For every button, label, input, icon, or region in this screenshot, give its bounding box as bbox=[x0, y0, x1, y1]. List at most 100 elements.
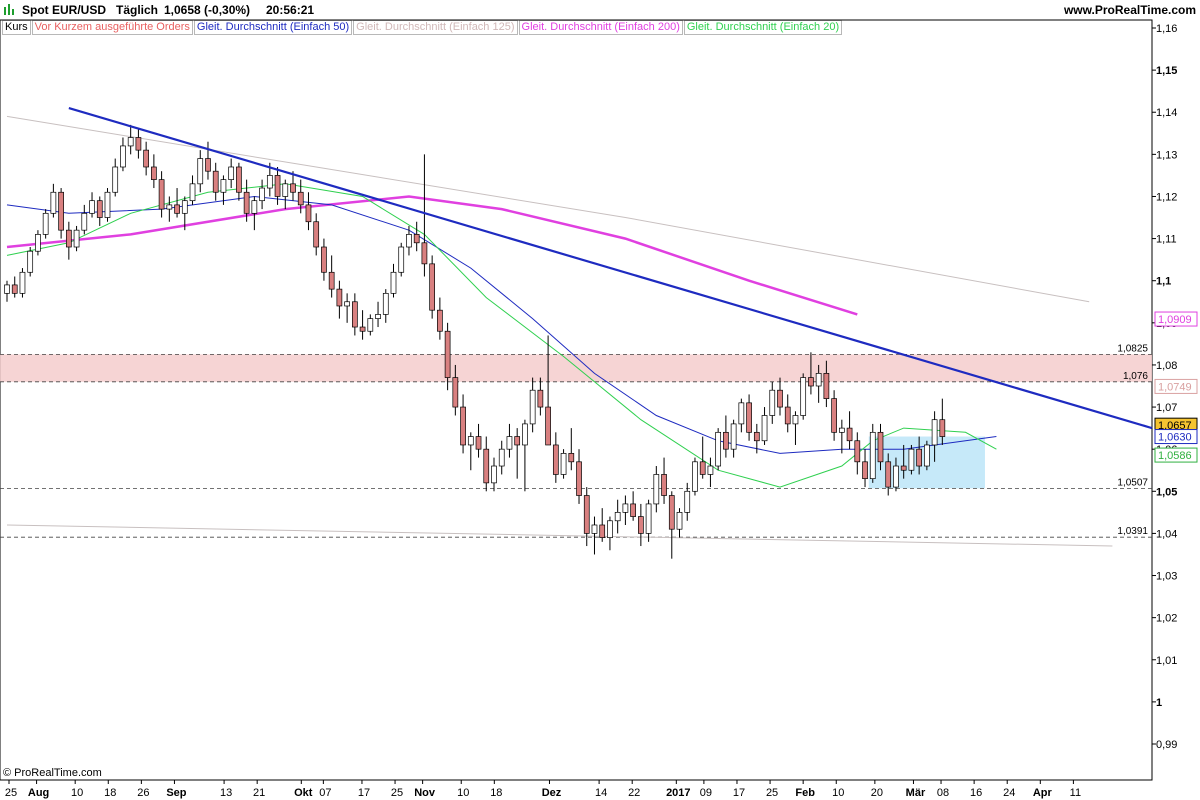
candle-body bbox=[723, 431, 729, 450]
candle-body bbox=[522, 423, 528, 446]
candle-body bbox=[305, 204, 312, 223]
candle-body bbox=[35, 234, 41, 252]
x-tick-label: Aug bbox=[28, 787, 49, 799]
x-tick-label: 13 bbox=[220, 787, 232, 799]
candle-body bbox=[676, 512, 683, 530]
candle-body bbox=[514, 436, 521, 446]
candle-body bbox=[777, 389, 783, 408]
y-tick-label: 1 bbox=[1156, 697, 1162, 709]
y-tick-label: 1,08 bbox=[1156, 360, 1177, 372]
candle-body bbox=[885, 461, 892, 488]
x-tick-label: 21 bbox=[253, 787, 265, 799]
candle-body bbox=[398, 246, 405, 273]
candle-body bbox=[406, 234, 412, 248]
candle-body bbox=[661, 474, 667, 496]
candle-body bbox=[545, 406, 551, 446]
candle-body bbox=[127, 137, 134, 147]
price-chart[interactable]: 1,08251,0761,05071,03911,161,151,141,131… bbox=[0, 0, 1200, 800]
candle-body bbox=[359, 326, 366, 332]
candle-body bbox=[715, 431, 722, 467]
price-badge-label: 1,0630 bbox=[1158, 432, 1192, 444]
x-tick-label: 26 bbox=[137, 787, 149, 799]
candle-body bbox=[96, 200, 103, 218]
candle-body bbox=[645, 503, 652, 534]
candle-body bbox=[607, 520, 613, 538]
candle-body bbox=[437, 309, 443, 332]
candle-body bbox=[638, 516, 644, 534]
x-tick-label: Dez bbox=[542, 787, 562, 799]
candle-body bbox=[552, 444, 559, 475]
candle-body bbox=[73, 229, 80, 248]
candle-body bbox=[568, 453, 575, 463]
candle-body bbox=[846, 427, 853, 442]
x-tick-label: 25 bbox=[766, 787, 778, 799]
candle-body bbox=[297, 191, 304, 206]
candle-body bbox=[815, 373, 822, 387]
candle-body bbox=[104, 191, 111, 218]
y-tick-label: 1,1 bbox=[1156, 276, 1171, 288]
candle-body bbox=[483, 448, 490, 484]
candle-body bbox=[166, 204, 173, 210]
candle-body bbox=[174, 204, 180, 214]
candle-body bbox=[328, 271, 335, 290]
candle-body bbox=[931, 419, 938, 446]
candle-body bbox=[158, 179, 165, 210]
candle-body bbox=[707, 465, 714, 475]
candle-body bbox=[313, 221, 320, 248]
x-tick-label: Sep bbox=[166, 787, 186, 799]
x-tick-label: Okt bbox=[294, 787, 313, 799]
price-badge-label: 1,0749 bbox=[1158, 381, 1192, 393]
x-tick-label: 08 bbox=[937, 787, 949, 799]
candle-body bbox=[58, 191, 64, 231]
candle-body bbox=[143, 149, 149, 168]
candle-body bbox=[89, 200, 95, 214]
candle-body bbox=[838, 427, 845, 433]
copyright-label: © ProRealTime.com bbox=[3, 767, 102, 779]
y-tick-label: 1,02 bbox=[1156, 613, 1177, 625]
candle-body bbox=[220, 179, 227, 193]
x-tick-label: Nov bbox=[414, 787, 436, 799]
x-tick-label: 10 bbox=[457, 787, 469, 799]
candle-body bbox=[792, 415, 799, 425]
candle-body bbox=[321, 246, 327, 273]
y-tick-label: 1,14 bbox=[1156, 107, 1177, 119]
x-tick-label: 24 bbox=[1003, 787, 1015, 799]
x-tick-label: 14 bbox=[595, 787, 607, 799]
candle-body bbox=[390, 271, 397, 294]
candle-body bbox=[599, 524, 606, 538]
candle-body bbox=[352, 301, 358, 328]
candle-body bbox=[151, 166, 157, 180]
x-tick-label: Feb bbox=[795, 787, 815, 799]
candle-body bbox=[205, 158, 211, 172]
candle-body bbox=[730, 423, 737, 450]
candle-body bbox=[939, 419, 946, 437]
y-tick-label: 1,07 bbox=[1156, 402, 1177, 414]
candle-body bbox=[81, 212, 88, 231]
lower-gray-line bbox=[6, 524, 1113, 547]
candle-body bbox=[614, 512, 621, 522]
candle-body bbox=[135, 137, 142, 151]
x-tick-label: 07 bbox=[319, 787, 331, 799]
candle-body bbox=[189, 183, 196, 202]
candle-body bbox=[344, 301, 350, 307]
candle-body bbox=[429, 263, 435, 311]
candle-body bbox=[692, 461, 698, 492]
candle-body bbox=[266, 175, 273, 189]
candle-body bbox=[27, 250, 34, 273]
candle-body bbox=[583, 495, 590, 534]
candle-body bbox=[259, 187, 265, 202]
candle-body bbox=[460, 406, 466, 446]
candle-body bbox=[753, 431, 760, 442]
candle-body bbox=[236, 166, 242, 193]
candle-body bbox=[112, 166, 119, 193]
y-tick-label: 0,99 bbox=[1156, 739, 1177, 751]
price-badge-label: 1,0586 bbox=[1158, 450, 1192, 462]
candle-body bbox=[916, 448, 922, 467]
candle-body bbox=[491, 465, 497, 484]
candle-body bbox=[4, 284, 10, 294]
candle-body bbox=[831, 398, 837, 433]
candle-body bbox=[444, 330, 451, 378]
candle-body bbox=[761, 415, 768, 442]
candle-body bbox=[181, 200, 188, 214]
candle-body bbox=[11, 284, 18, 294]
